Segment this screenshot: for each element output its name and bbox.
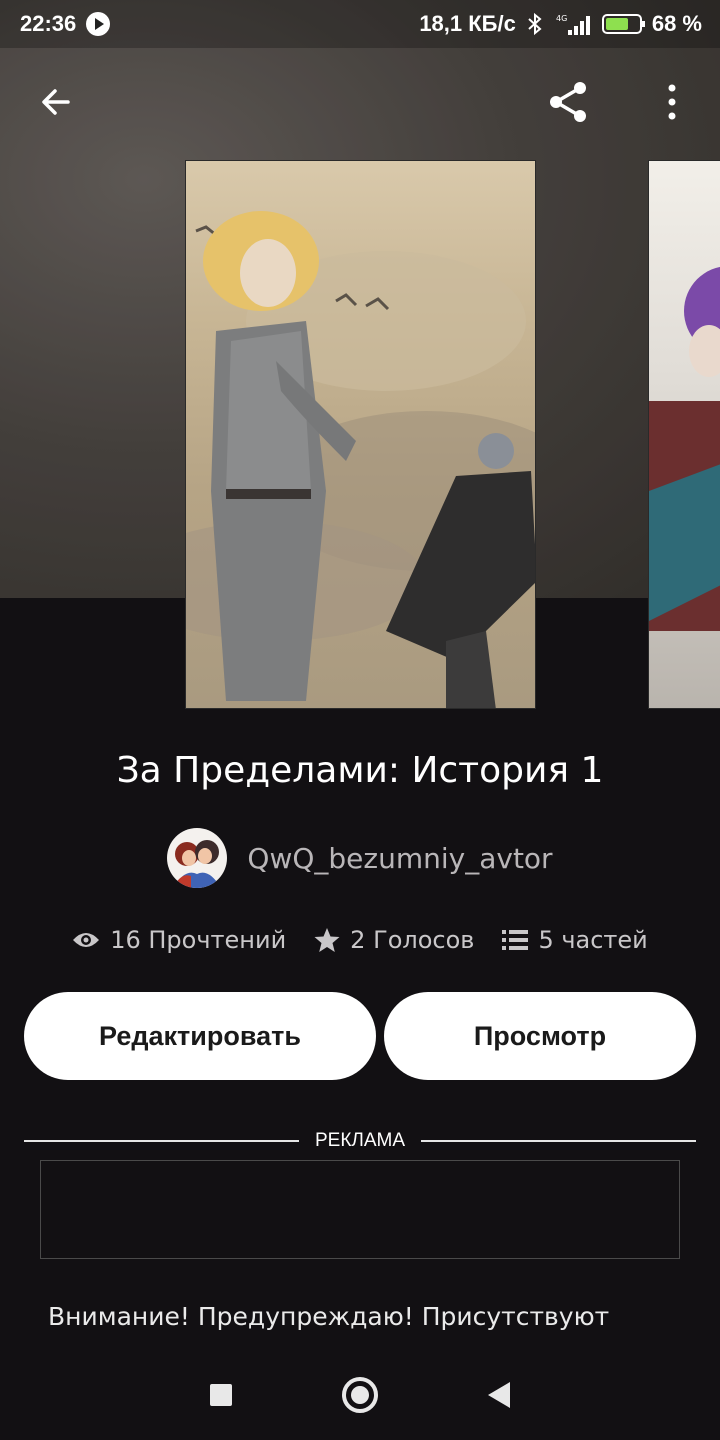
ad-label: РЕКЛАМА xyxy=(314,1130,406,1151)
share-icon xyxy=(550,82,586,122)
back-arrow-icon xyxy=(42,89,70,115)
ad-banner[interactable] xyxy=(40,1160,680,1259)
star-icon xyxy=(314,928,340,952)
ad-divider-left xyxy=(24,1140,299,1142)
next-cover-preview[interactable] xyxy=(648,160,720,709)
status-right: 18,1 КБ/с 4G 68 % xyxy=(419,11,702,37)
battery-level: 68 % xyxy=(651,11,702,36)
eye-icon xyxy=(73,933,100,947)
home-icon[interactable] xyxy=(342,1377,378,1413)
cover-illustration xyxy=(186,211,535,708)
network-type: 4G xyxy=(556,14,567,23)
edit-button[interactable]: Редактировать xyxy=(24,992,376,1080)
status-bar: 22:36 18,1 КБ/с 4G 68 % xyxy=(0,0,720,48)
status-left: 22:36 xyxy=(20,11,111,37)
bluetooth-icon xyxy=(528,12,542,36)
ad-divider-right xyxy=(421,1140,696,1142)
more-vertical-icon xyxy=(668,84,676,120)
story-stats: 16 Прочтений 2 Голосов 5 частей xyxy=(0,926,720,954)
view-button[interactable]: Просмотр xyxy=(384,992,696,1080)
toolbar xyxy=(0,70,720,140)
author-row[interactable]: QwQ_bezumniy_avtor xyxy=(0,828,720,888)
reads-stat: 16 Прочтений xyxy=(72,926,286,954)
votes-stat: 2 Голосов xyxy=(314,926,474,954)
recent-apps-icon[interactable] xyxy=(210,1384,232,1406)
play-icon xyxy=(86,12,111,36)
more-options-button[interactable] xyxy=(640,70,704,134)
nav-back-icon[interactable] xyxy=(488,1382,510,1408)
story-title: За Пределами: История 1 xyxy=(116,750,604,791)
share-button[interactable] xyxy=(536,70,600,134)
reads-count: 16 Прочтений xyxy=(110,926,287,954)
signal-icon: 4G xyxy=(556,14,590,35)
parts-stat: 5 частей xyxy=(502,926,648,954)
list-icon xyxy=(502,930,529,950)
avatar[interactable] xyxy=(167,828,228,888)
parts-count: 5 частей xyxy=(538,926,648,954)
network-speed: 18,1 КБ/с xyxy=(419,11,516,36)
back-button[interactable] xyxy=(24,70,88,134)
story-cover[interactable] xyxy=(185,160,536,709)
votes-count: 2 Голосов xyxy=(350,926,475,954)
clock: 22:36 xyxy=(20,11,77,36)
author-avatar-image xyxy=(173,840,222,888)
battery-charging-icon xyxy=(601,14,645,34)
next-cover-illustration xyxy=(649,266,720,631)
system-nav-bar xyxy=(0,1350,720,1440)
author-name[interactable]: QwQ_bezumniy_avtor xyxy=(247,842,552,875)
story-description: Внимание! Предупреждаю! Присутствуют xyxy=(48,1302,610,1331)
ad-header: РЕКЛАМА xyxy=(24,1130,696,1152)
